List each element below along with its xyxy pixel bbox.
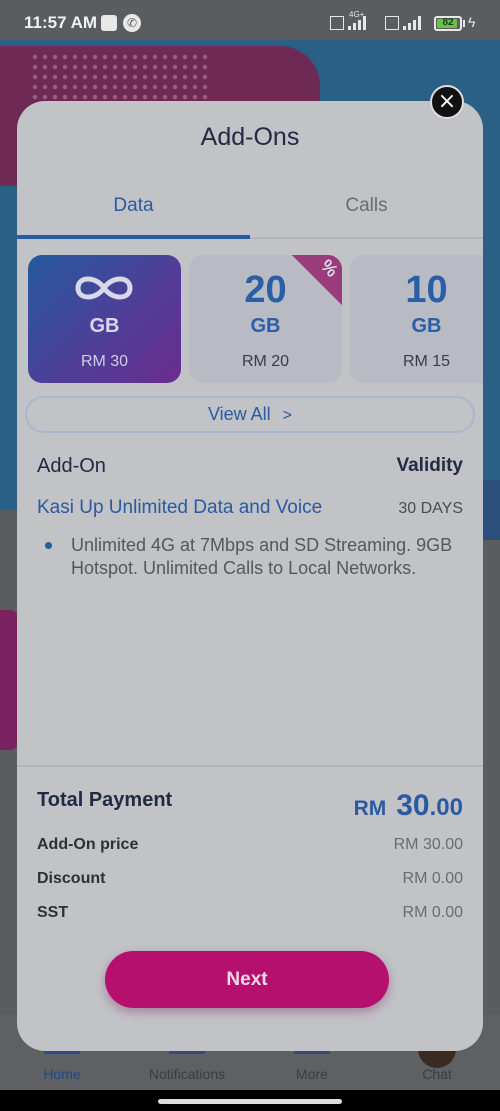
addon-card-unlimited[interactable]: GB RM 30 bbox=[28, 255, 181, 383]
background-pink-strip bbox=[0, 610, 18, 750]
battery-level: 82 bbox=[442, 17, 454, 28]
view-all-label: View All bbox=[207, 404, 271, 424]
phone-icon: ✆ bbox=[123, 14, 141, 32]
discount-label: Discount bbox=[37, 870, 106, 887]
bullet-icon bbox=[45, 542, 52, 549]
nav-label-notifications: Notifications bbox=[148, 1066, 226, 1082]
card-unit: GB bbox=[411, 315, 442, 337]
battery-tip bbox=[463, 20, 465, 27]
total-integer: 30 bbox=[396, 789, 430, 822]
discount-value: RM 0.00 bbox=[402, 870, 463, 887]
status-time: 11:57 AM bbox=[24, 13, 98, 32]
nav-label-home: Home bbox=[43, 1066, 81, 1082]
sst-label: SST bbox=[37, 904, 69, 921]
total-payment-label: Total Payment bbox=[37, 789, 173, 811]
charging-icon: ϟ bbox=[468, 14, 476, 30]
home-indicator[interactable] bbox=[158, 1099, 342, 1104]
addon-price-value: RM 30.00 bbox=[393, 836, 463, 853]
card-price: RM 30 bbox=[80, 353, 129, 370]
infinity-icon bbox=[75, 276, 133, 300]
plan-name: Kasi Up Unlimited Data and Voice bbox=[37, 497, 323, 518]
next-button[interactable]: Next bbox=[105, 951, 389, 1008]
status-bar: 11:57 AM ✆ 4G+ 82 ϟ bbox=[0, 0, 500, 46]
plan-validity: 30 DAYS bbox=[398, 500, 463, 517]
card-price: RM 20 bbox=[241, 353, 290, 370]
card-unit: GB bbox=[89, 315, 120, 337]
plan-description: Unlimited 4G at 7Mbps and SD Streaming. … bbox=[71, 535, 453, 578]
total-payment-value: RM 30.00 bbox=[354, 789, 463, 823]
total-currency: RM bbox=[353, 797, 387, 820]
card-price: RM 15 bbox=[402, 353, 451, 370]
active-tab-indicator bbox=[17, 235, 250, 239]
battery-icon: 82 bbox=[434, 16, 462, 31]
addon-card-10gb[interactable]: 10 GB RM 15 bbox=[350, 255, 483, 383]
modal-title: Add-Ons bbox=[200, 123, 300, 151]
payment-divider bbox=[17, 765, 483, 767]
validity-column-header: Validity bbox=[396, 455, 463, 476]
total-decimal: .00 bbox=[429, 794, 463, 821]
addon-card-20gb[interactable]: % 20 GB RM 20 bbox=[189, 255, 342, 383]
nav-label-chat: Chat bbox=[422, 1066, 452, 1082]
card-amount: 10 bbox=[405, 269, 448, 311]
tab-bar: Data Calls bbox=[17, 181, 483, 239]
volte-icon bbox=[330, 16, 344, 30]
notification-icon bbox=[101, 15, 117, 31]
close-button[interactable]: × bbox=[430, 85, 464, 119]
addon-price-label: Add-On price bbox=[37, 836, 139, 853]
chevron-right-icon: > bbox=[282, 407, 293, 424]
addon-column-header: Add-On bbox=[37, 455, 106, 477]
volte-icon bbox=[385, 16, 399, 30]
view-all-button[interactable]: View All > bbox=[25, 396, 475, 433]
add-ons-modal: Add-Ons Data Calls GB RM 30 % 20 GB RM 2… bbox=[17, 101, 483, 1051]
addon-card-list: GB RM 30 % 20 GB RM 20 10 GB RM 15 bbox=[17, 255, 483, 383]
card-amount: 20 bbox=[244, 269, 287, 311]
background-blue-strip bbox=[482, 480, 500, 540]
nav-label-more: More bbox=[296, 1066, 328, 1082]
close-icon: × bbox=[437, 89, 457, 114]
tab-calls[interactable]: Calls bbox=[250, 195, 483, 217]
sst-value: RM 0.00 bbox=[402, 904, 463, 921]
card-unit: GB bbox=[250, 315, 281, 337]
tab-data[interactable]: Data bbox=[17, 195, 250, 217]
